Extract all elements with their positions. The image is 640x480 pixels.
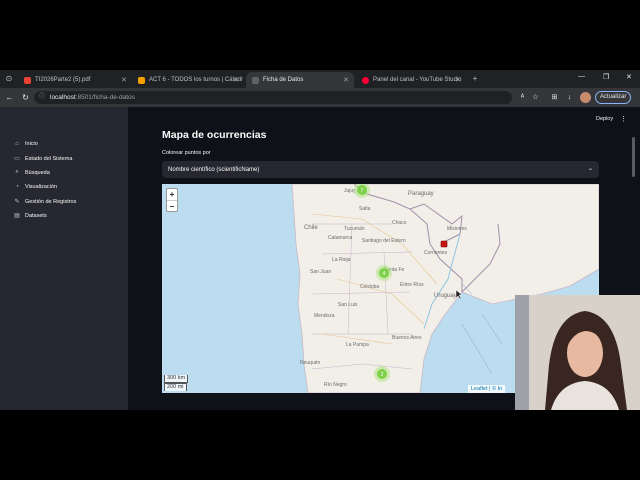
sidebar-item-label: Estado del Sistema [25,155,73,162]
tab-label: Panel del canal - YouTube Studio [373,77,462,83]
map-label: Salta [359,206,371,212]
occurrence-marker[interactable] [440,240,448,248]
page-title: Mapa de ocurrencias [162,129,267,141]
search-icon: ⌕ [15,169,19,175]
sidebar: ⌂ Inicio ▭ Estado del Sistema ⌕ Búsqueda… [0,107,128,410]
edit-icon: ✎ [14,199,20,205]
tab-act6[interactable]: ACT 6 - TODOS los turnos | Cátedr ✕ [132,72,244,88]
map-label: Chaco [392,220,407,226]
sidebar-item-busqueda[interactable]: ⌕ Búsqueda [14,169,50,176]
map-label: Entre Ríos [400,282,424,288]
map-label: Uruguay [434,293,457,299]
zoom-control: + − [166,188,178,212]
browser-menu-icon[interactable]: ⊙ [4,74,14,84]
map-label: Buenos Aires [392,335,422,341]
browser-tab-strip: ⊙ TI2026Parte2 (5).pdf ✕ ACT 6 - TODOS l… [0,70,640,88]
close-icon[interactable]: ✕ [455,76,461,84]
scrollbar[interactable] [632,137,635,177]
cluster-count: 7 [361,188,364,194]
close-icon[interactable]: ✕ [233,76,239,84]
tab-label: ACT 6 - TODOS los turnos | Cátedr [149,77,243,83]
cluster-count: 2 [381,372,384,378]
tab-label: TI2026Parte2 (5).pdf [35,77,91,83]
map-label: Catamarca [328,235,353,241]
sidebar-item-visualizacion[interactable]: ◔ Visualización [14,184,57,190]
reload-icon[interactable]: ↻ [20,92,31,103]
map-label: Corrientes [424,250,448,256]
screen: ⊙ TI2026Parte2 (5).pdf ✕ ACT 6 - TODOS l… [0,70,640,410]
map-label: San Luis [338,302,358,308]
deploy-button[interactable]: Deploy [596,116,613,122]
sidebar-item-label: Inicio [25,141,38,147]
page-icon [252,76,259,84]
cluster-marker[interactable]: 2 [374,366,390,382]
map-label: San Juan [310,269,331,275]
site-info-icon[interactable]: ⓘ [39,91,45,100]
sidebar-item-datasets[interactable]: ▤ Datasets [14,212,47,220]
map-label: Misiones [447,226,467,232]
new-tab-icon[interactable]: + [470,74,480,84]
map-label: La Rioja [332,257,351,263]
scale-mi: 200 mi [164,383,187,391]
youtube-icon [362,76,369,84]
map-label: Córdoba [360,284,379,290]
attribution-text[interactable]: Leaflet | © In [471,386,502,392]
close-icon[interactable]: ✕ [343,76,349,84]
map-label: Mendoza [314,313,335,319]
scale-km: 300 km [164,375,189,383]
sidebar-item-label: Gestión de Registros [25,198,77,205]
moodle-icon [138,76,145,84]
map-label: Neuquén [300,360,321,366]
sidebar-item-label: Datasets [25,212,47,219]
map-label: Santiago del Estero [362,238,406,244]
home-icon: ⌂ [15,141,19,147]
pdf-icon [24,76,31,84]
zoom-out-button[interactable]: − [167,200,177,211]
cluster-count: 4 [383,271,386,277]
tab-ficha-de-datos[interactable]: Ficha de Datos ✕ [246,72,354,88]
map-label: Tucumán [344,226,365,232]
map-label: Chile [304,225,318,231]
address-bar[interactable]: ⓘ localhost:8501/ficha-de-datos [34,91,512,104]
chevron-down-icon: ⌄ [587,166,593,172]
url-path: :8501/ficha-de-datos [75,94,135,101]
webcam-person-image [515,295,640,410]
webcam-overlay [515,295,640,410]
map-label: Río Negro [324,382,347,388]
main-menu-icon[interactable]: ⋮ [620,115,627,123]
map-label: La Pampa [346,342,369,348]
tab-youtube-studio[interactable]: Panel del canal - YouTube Studio ✕ [356,72,466,88]
color-by-select[interactable]: Nombre científico (scientificName) ⌄ [162,161,599,178]
map-attribution[interactable]: Leaflet | © In [468,385,506,393]
bookmark-star-icon[interactable]: ☆ [530,92,541,103]
window-close-icon[interactable]: ✕ [626,73,632,81]
map-label: Paraguay [408,191,434,197]
profile-avatar[interactable] [580,92,591,103]
maximize-icon[interactable]: ❐ [603,73,609,81]
url-host: localhost [50,94,76,101]
translate-icon[interactable]: ᴬ [517,92,528,103]
sidebar-item-label: Visualización [25,184,58,190]
zoom-in-button[interactable]: + [167,189,177,200]
sidebar-item-label: Búsqueda [25,169,50,176]
download-icon[interactable]: ↓ [564,92,575,103]
sidebar-item-gestion-registros[interactable]: ✎ Gestión de Registros [14,198,77,206]
back-icon[interactable]: ← [4,92,15,103]
minimize-icon[interactable]: — [578,73,585,80]
sidebar-item-estado-sistema[interactable]: ▭ Estado del Sistema [14,155,73,163]
cluster-marker[interactable]: 4 [376,265,392,281]
color-by-label: Colorear puntos por [162,150,211,156]
sidebar-item-inicio[interactable]: ⌂ Inicio [14,141,38,147]
select-value: Nombre científico (scientificName) [168,166,260,173]
extensions-icon[interactable]: ⊞ [549,92,560,103]
dataset-icon: ▤ [14,213,20,219]
monitor-icon: ▭ [14,156,20,162]
tab-pdf[interactable]: TI2026Parte2 (5).pdf ✕ [18,72,132,88]
browser-toolbar: ← ↻ ⓘ localhost:8501/ficha-de-datos ᴬ ☆ … [0,88,640,107]
close-icon[interactable]: ✕ [121,76,127,84]
tab-label: Ficha de Datos [263,77,304,83]
update-button[interactable]: Actualizar [595,91,632,104]
chart-icon: ◔ [15,184,19,190]
